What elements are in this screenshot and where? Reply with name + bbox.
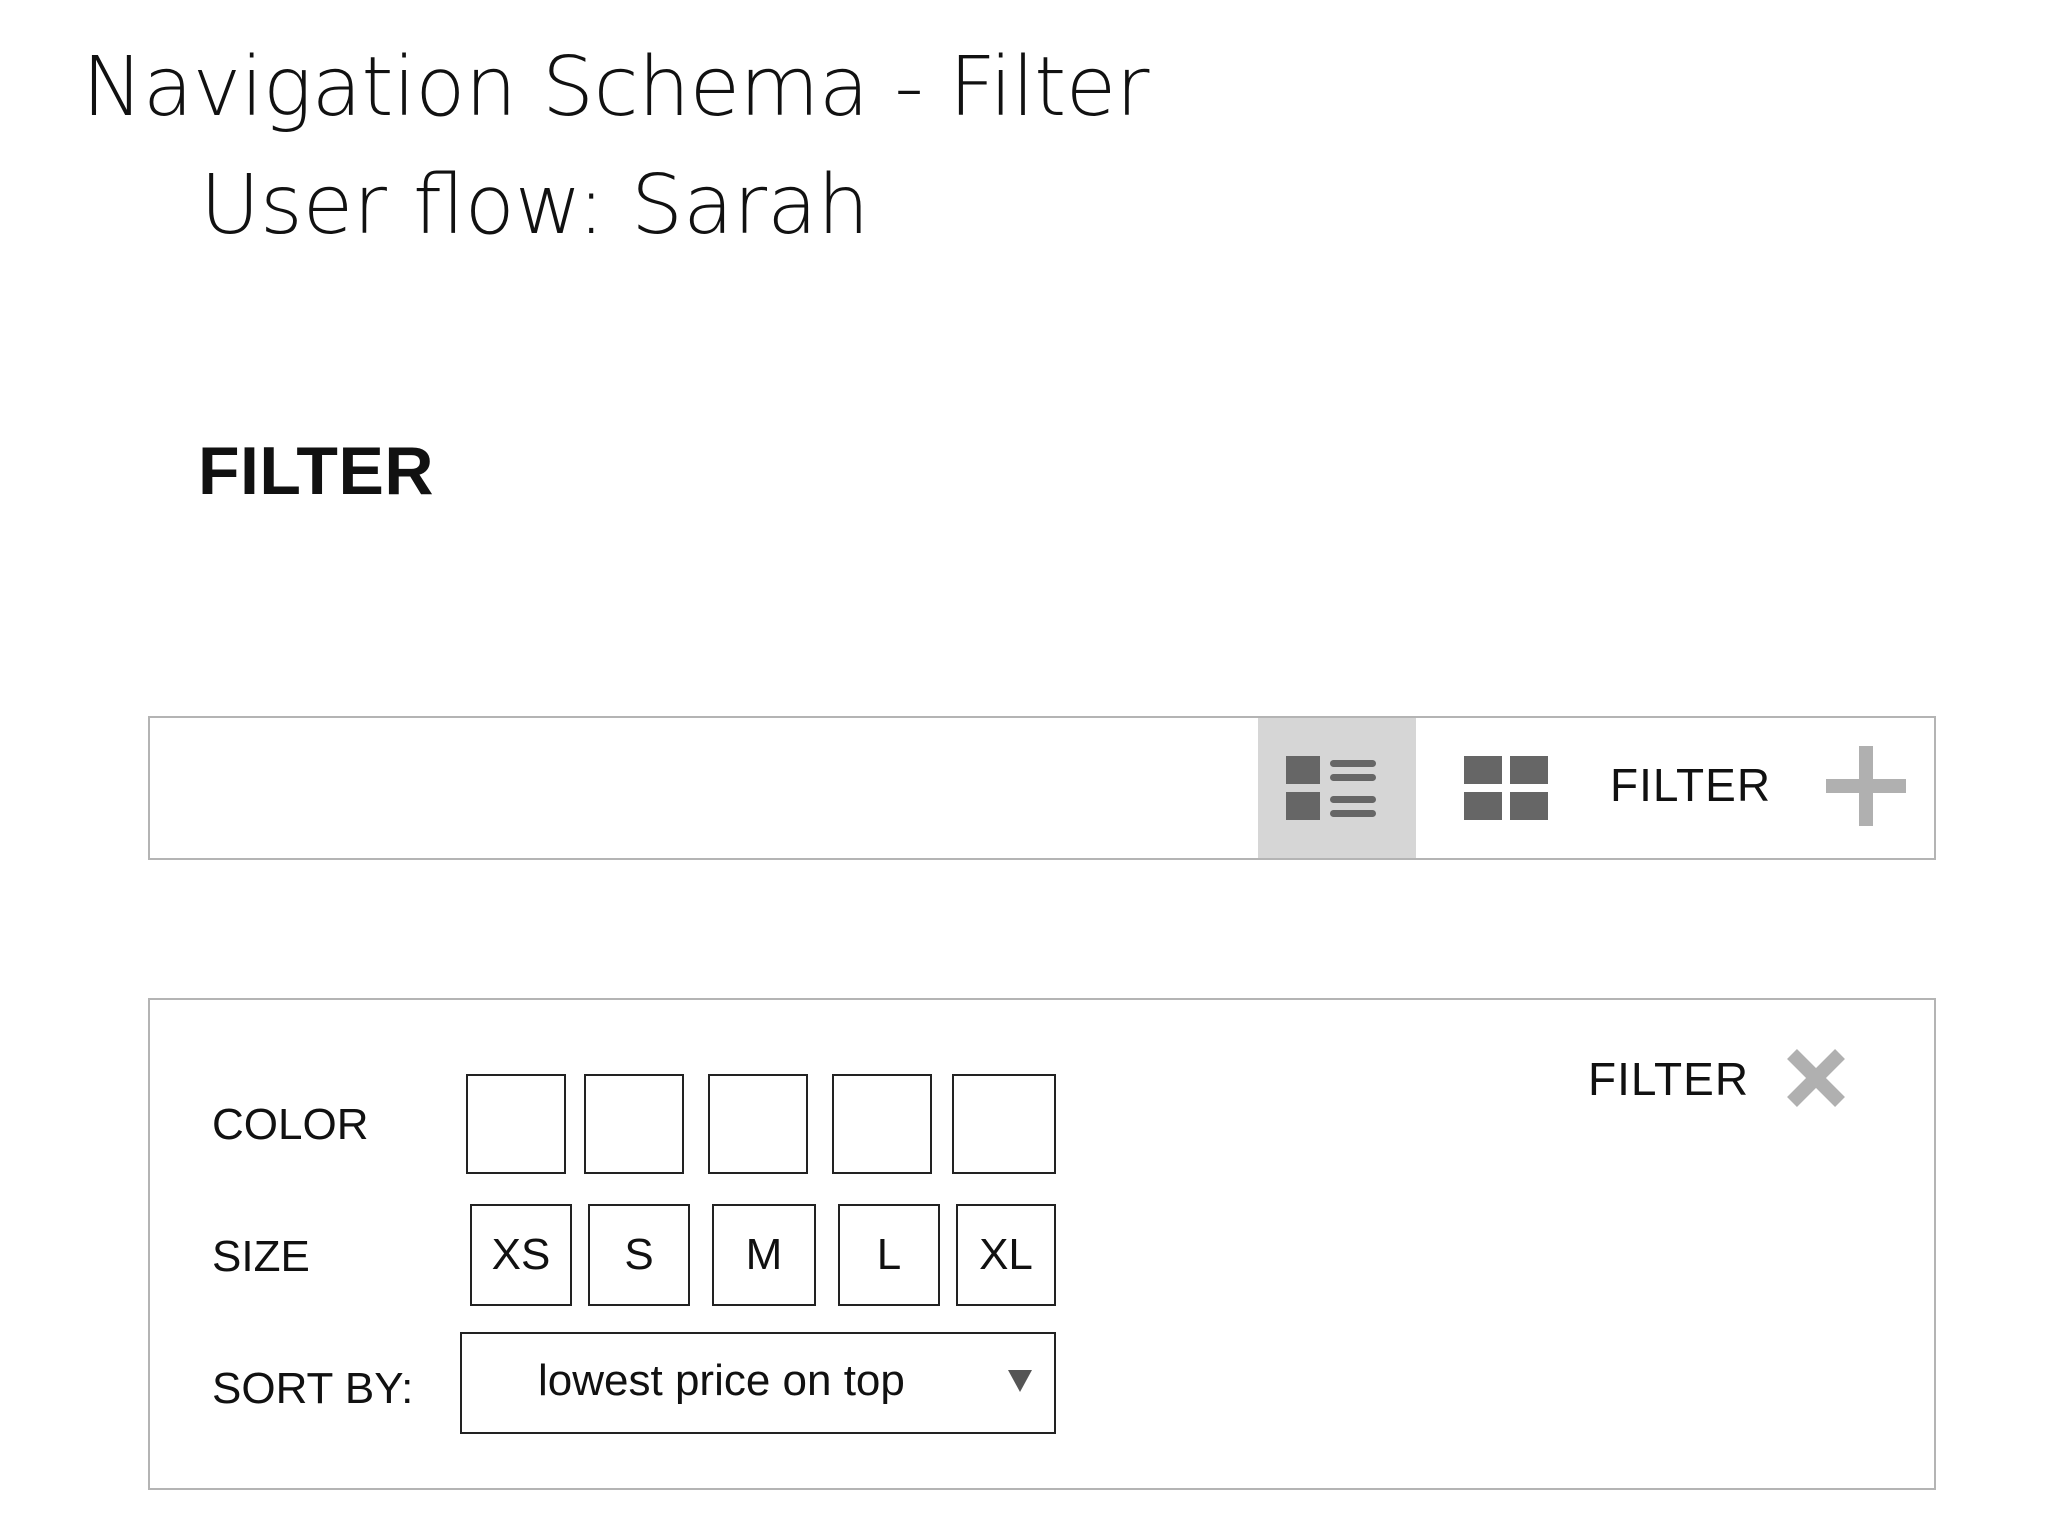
grid-view-button[interactable] <box>1450 718 1590 858</box>
color-swatch[interactable] <box>708 1074 808 1174</box>
chevron-down-icon <box>1008 1370 1032 1392</box>
page-title: Navigation Schema - Filter <box>82 40 1149 135</box>
sort-label: SORT BY: <box>212 1364 414 1413</box>
color-swatch[interactable] <box>832 1074 932 1174</box>
size-option-xs[interactable]: XS <box>470 1204 572 1306</box>
size-option-s[interactable]: S <box>588 1204 690 1306</box>
section-heading: FILTER <box>198 433 434 509</box>
sort-select[interactable]: lowest price on top <box>460 1332 1056 1434</box>
size-option-l[interactable]: L <box>838 1204 940 1306</box>
color-swatch[interactable] <box>952 1074 1056 1174</box>
color-swatch[interactable] <box>584 1074 684 1174</box>
page-subtitle: User flow: Sarah <box>200 158 870 253</box>
size-option-m[interactable]: M <box>712 1204 816 1306</box>
filter-toolbar: FILTER <box>148 716 1936 860</box>
close-icon[interactable] <box>1784 1046 1848 1110</box>
filter-panel: FILTER COLOR SIZE XS S M L XL SORT BY: l… <box>148 998 1936 1490</box>
plus-icon[interactable] <box>1826 746 1906 826</box>
toolbar-filter-label[interactable]: FILTER <box>1610 758 1771 812</box>
color-swatch[interactable] <box>466 1074 566 1174</box>
list-view-button[interactable] <box>1258 718 1416 858</box>
grid-view-icon <box>1464 756 1548 820</box>
size-label: SIZE <box>212 1232 310 1281</box>
panel-filter-label: FILTER <box>1588 1053 1750 1105</box>
size-option-xl[interactable]: XL <box>956 1204 1056 1306</box>
color-label: COLOR <box>212 1100 369 1149</box>
sort-selected-value: lowest price on top <box>538 1356 905 1405</box>
list-view-icon <box>1286 756 1376 820</box>
